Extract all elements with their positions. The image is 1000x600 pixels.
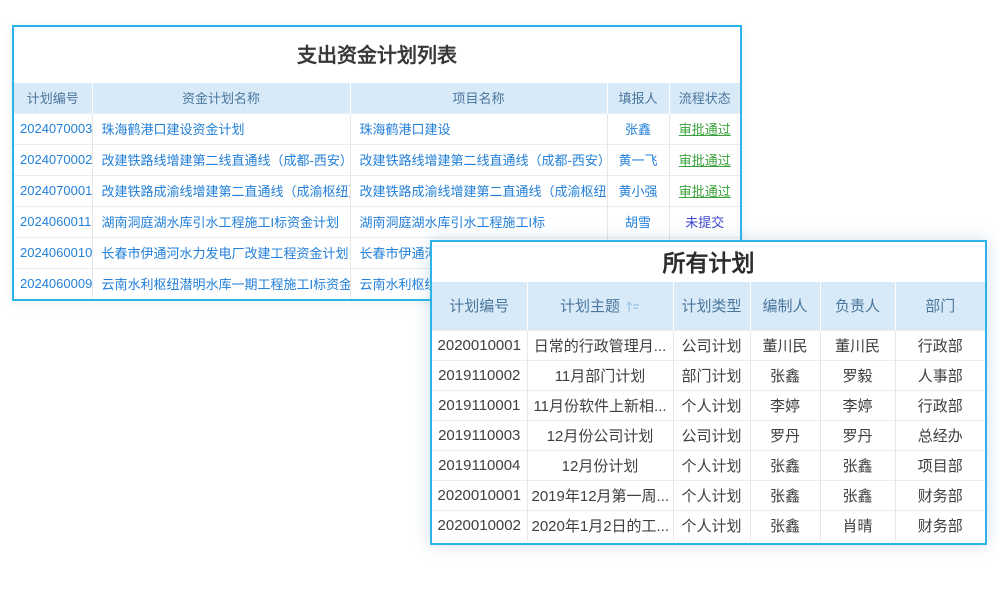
plans-cell-owner: 董川民: [820, 330, 895, 360]
plans-cell-compiler: 张鑫: [750, 480, 820, 510]
plans-cell-plan-id: 2019110003: [432, 420, 527, 450]
plans-table-row[interactable]: 2019110003 12月份公司计划 公司计划 罗丹 罗丹 总经办: [432, 420, 985, 450]
plans-cell-compiler: 张鑫: [750, 510, 820, 540]
plans-cell-subject: 2020年1月2日的工...: [527, 510, 673, 540]
plans-cell-owner: 张鑫: [820, 450, 895, 480]
fund-cell-plan-name[interactable]: 湖南洞庭湖水库引水工程施工I标资金计划: [92, 206, 350, 237]
plans-cell-plan-type: 公司计划: [673, 330, 750, 360]
plans-cell-department: 项目部: [895, 450, 985, 480]
fund-cell-status[interactable]: 审批通过: [669, 113, 740, 144]
fund-cell-plan-id[interactable]: 2024070002: [14, 144, 92, 175]
fund-table-row[interactable]: 2024060011 湖南洞庭湖水库引水工程施工I标资金计划 湖南洞庭湖水库引水…: [14, 206, 740, 237]
plans-cell-plan-type: 部门计划: [673, 360, 750, 390]
fund-table-row[interactable]: 2024070001 改建铁路成渝线增建第二直通线（成渝枢纽）... 改建铁路成…: [14, 175, 740, 206]
plans-cell-department: 人事部: [895, 360, 985, 390]
plans-cell-owner: 张鑫: [820, 480, 895, 510]
plans-col-header-department: 部门: [895, 282, 985, 330]
plans-cell-plan-id: 2019110001: [432, 390, 527, 420]
plans-cell-department: 财务部: [895, 510, 985, 540]
fund-table-row[interactable]: 2024070003 珠海鹤港口建设资金计划 珠海鹤港口建设 张鑫 审批通过: [14, 113, 740, 144]
plans-cell-department: 行政部: [895, 330, 985, 360]
fund-cell-plan-id[interactable]: 2024070003: [14, 113, 92, 144]
fund-cell-status[interactable]: 审批通过: [669, 144, 740, 175]
plans-col-header-plan-id: 计划编号: [432, 282, 527, 330]
plans-cell-subject: 2019年12月第一周...: [527, 480, 673, 510]
fund-panel-title: 支出资金计划列表: [14, 27, 740, 83]
plans-cell-subject: 11月份软件上新相...: [527, 390, 673, 420]
plans-cell-owner: 罗毅: [820, 360, 895, 390]
fund-cell-plan-id[interactable]: 2024060011: [14, 206, 92, 237]
fund-col-header-plan-name: 资金计划名称: [92, 83, 350, 113]
plans-cell-plan-type: 公司计划: [673, 420, 750, 450]
plans-cell-plan-type: 个人计划: [673, 450, 750, 480]
plans-cell-compiler: 张鑫: [750, 360, 820, 390]
sort-ascending-icon[interactable]: [625, 299, 640, 313]
plans-cell-compiler: 张鑫: [750, 450, 820, 480]
plans-table-row[interactable]: 2020010002 2020年1月2日的工... 个人计划 张鑫 肖晴 财务部: [432, 510, 985, 540]
plans-col-header-subject[interactable]: 计划主题: [527, 282, 673, 330]
all-plans-panel: 所有计划 计划编号 计划主题: [430, 240, 987, 545]
fund-cell-plan-id[interactable]: 2024060010: [14, 237, 92, 268]
plans-table-row[interactable]: 2019110002 11月部门计划 部门计划 张鑫 罗毅 人事部: [432, 360, 985, 390]
plans-cell-owner: 肖晴: [820, 510, 895, 540]
fund-cell-project-name[interactable]: 珠海鹤港口建设: [350, 113, 607, 144]
plans-col-header-compiler: 编制人: [750, 282, 820, 330]
fund-cell-plan-name[interactable]: 改建铁路线增建第二线直通线（成都-西安）电...: [92, 144, 350, 175]
plans-cell-plan-id: 2020010002: [432, 510, 527, 540]
fund-cell-project-name[interactable]: 改建铁路成渝线增建第二直通线（成渝枢纽）...: [350, 175, 607, 206]
fund-cell-reporter[interactable]: 张鑫: [607, 113, 669, 144]
fund-cell-plan-name[interactable]: 改建铁路成渝线增建第二直通线（成渝枢纽）...: [92, 175, 350, 206]
plans-cell-department: 财务部: [895, 480, 985, 510]
plans-col-header-subject-label: 计划主题: [560, 295, 620, 316]
fund-cell-plan-name[interactable]: 长春市伊通河水力发电厂改建工程资金计划: [92, 237, 350, 268]
plans-table-row[interactable]: 2020010001 日常的行政管理月... 公司计划 董川民 董川民 行政部: [432, 330, 985, 360]
fund-cell-reporter[interactable]: 黄一飞: [607, 144, 669, 175]
plans-cell-department: 总经办: [895, 420, 985, 450]
fund-table-header-row: 计划编号 资金计划名称 项目名称 填报人 流程状态: [14, 83, 740, 113]
plans-panel-title: 所有计划: [432, 242, 985, 282]
plans-cell-department: 行政部: [895, 390, 985, 420]
fund-cell-reporter[interactable]: 黄小强: [607, 175, 669, 206]
plans-cell-subject: 12月份公司计划: [527, 420, 673, 450]
plans-cell-subject: 12月份计划: [527, 450, 673, 480]
fund-cell-project-name[interactable]: 改建铁路线增建第二线直通线（成都-西安）电...: [350, 144, 607, 175]
plans-cell-plan-id: 2020010001: [432, 480, 527, 510]
plans-col-header-owner: 负责人: [820, 282, 895, 330]
plans-cell-owner: 李婷: [820, 390, 895, 420]
fund-cell-status[interactable]: 未提交: [669, 206, 740, 237]
plans-cell-plan-type: 个人计划: [673, 390, 750, 420]
fund-cell-plan-name[interactable]: 珠海鹤港口建设资金计划: [92, 113, 350, 144]
plans-table-header-row: 计划编号 计划主题 计划类型 编制人 负责人: [432, 282, 985, 330]
plans-cell-subject: 11月部门计划: [527, 360, 673, 390]
plans-cell-owner: 罗丹: [820, 420, 895, 450]
fund-cell-plan-id[interactable]: 2024070001: [14, 175, 92, 206]
plans-table-row[interactable]: 2019110004 12月份计划 个人计划 张鑫 张鑫 项目部: [432, 450, 985, 480]
fund-table-row[interactable]: 2024070002 改建铁路线增建第二线直通线（成都-西安）电... 改建铁路…: [14, 144, 740, 175]
plans-table-row[interactable]: 2020010001 2019年12月第一周... 个人计划 张鑫 张鑫 财务部: [432, 480, 985, 510]
all-plans-table: 计划编号 计划主题 计划类型 编制人 负责人: [432, 282, 985, 540]
plans-cell-subject: 日常的行政管理月...: [527, 330, 673, 360]
plans-col-header-plan-type: 计划类型: [673, 282, 750, 330]
plans-cell-plan-id: 2019110002: [432, 360, 527, 390]
fund-col-header-plan-id: 计划编号: [14, 83, 92, 113]
plans-table-row[interactable]: 2019110001 11月份软件上新相... 个人计划 李婷 李婷 行政部: [432, 390, 985, 420]
plans-cell-plan-id: 2019110004: [432, 450, 527, 480]
plans-cell-compiler: 董川民: [750, 330, 820, 360]
fund-col-header-status: 流程状态: [669, 83, 740, 113]
plans-cell-compiler: 罗丹: [750, 420, 820, 450]
fund-cell-reporter[interactable]: 胡雪: [607, 206, 669, 237]
app-canvas: 支出资金计划列表 计划编号 资金计划名称 项目名称 填报人 流程状态 20240…: [0, 0, 1000, 600]
plans-cell-plan-id: 2020010001: [432, 330, 527, 360]
plans-cell-compiler: 李婷: [750, 390, 820, 420]
plans-cell-plan-type: 个人计划: [673, 480, 750, 510]
fund-col-header-project-name: 项目名称: [350, 83, 607, 113]
fund-cell-plan-name[interactable]: 云南水利枢纽潜明水库一期工程施工I标资金计划: [92, 268, 350, 299]
plans-cell-plan-type: 个人计划: [673, 510, 750, 540]
fund-cell-plan-id[interactable]: 2024060009: [14, 268, 92, 299]
fund-col-header-reporter: 填报人: [607, 83, 669, 113]
fund-cell-project-name[interactable]: 湖南洞庭湖水库引水工程施工I标: [350, 206, 607, 237]
fund-cell-status[interactable]: 审批通过: [669, 175, 740, 206]
